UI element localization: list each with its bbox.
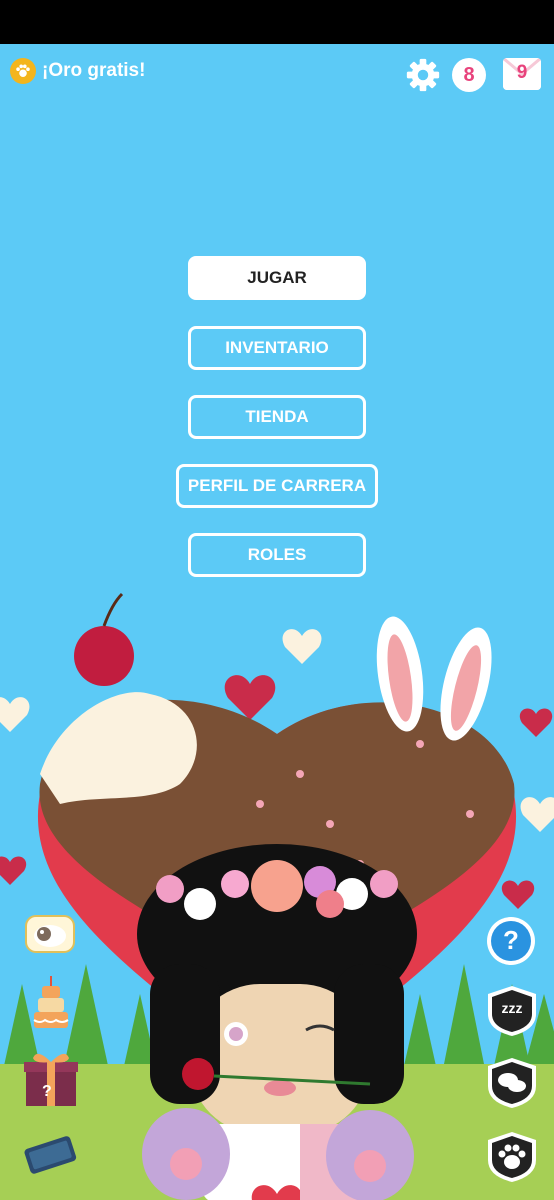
sheep-event-button[interactable] bbox=[24, 912, 76, 956]
inventory-button[interactable]: INVENTARIO bbox=[188, 326, 366, 370]
mail-button[interactable]: 9 bbox=[503, 58, 541, 90]
avatar-scene bbox=[0, 592, 554, 1200]
gift-icon: ? bbox=[24, 1053, 78, 1106]
free-gold-label: ¡Oro gratis! bbox=[42, 60, 146, 81]
sleep-button[interactable]: zzz bbox=[486, 984, 538, 1038]
shop-button[interactable]: TIENDA bbox=[188, 395, 366, 439]
chat-button[interactable] bbox=[486, 1056, 538, 1110]
svg-text:?: ? bbox=[42, 1083, 52, 1100]
help-label: ? bbox=[503, 925, 519, 955]
gear-icon[interactable] bbox=[404, 56, 442, 94]
status-bar bbox=[0, 0, 554, 44]
notifications-count: 8 bbox=[463, 63, 475, 86]
sleep-label: zzz bbox=[501, 1000, 523, 1016]
battle-pass-button[interactable] bbox=[22, 1130, 78, 1178]
free-gold-button[interactable]: ¡Oro gratis! bbox=[10, 58, 145, 84]
ticket-icon bbox=[24, 1136, 77, 1174]
chat-bubbles-icon bbox=[488, 1058, 536, 1108]
game-screen: ¡Oro gratis! 8 9 JUGAR INVENTARIO TIENDA… bbox=[0, 44, 554, 1200]
mystery-gift-button[interactable]: ? bbox=[22, 1050, 80, 1108]
pet-button[interactable] bbox=[486, 1130, 538, 1184]
help-button[interactable]: ? bbox=[486, 916, 536, 966]
play-button[interactable]: JUGAR bbox=[188, 256, 366, 300]
mail-count: 9 bbox=[516, 62, 528, 83]
cake-icon bbox=[33, 976, 69, 1028]
notifications-badge[interactable]: 8 bbox=[452, 58, 486, 92]
paw-icon bbox=[488, 1132, 536, 1182]
career-profile-button[interactable]: PERFIL DE CARRERA bbox=[176, 464, 378, 508]
paw-coin-icon bbox=[10, 58, 36, 84]
sheep-icon bbox=[25, 915, 75, 953]
birthday-cake-button[interactable] bbox=[30, 974, 72, 1032]
